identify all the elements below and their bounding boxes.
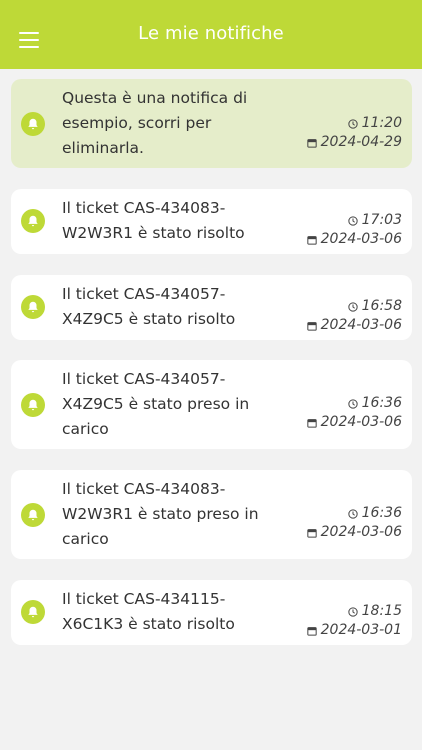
calendar-icon [306,235,317,245]
notification-card[interactable]: Il ticket CAS-434057-X4Z9C5 è stato riso… [11,275,412,340]
notification-text: Il ticket CAS-434057-X4Z9C5 è stato riso… [62,285,236,328]
notification-date: 2024-03-06 [320,524,402,540]
notification-meta: 17:03 2024-03-06 [306,211,402,249]
notification-time: 18:15 [361,603,402,619]
bell-icon [21,295,45,319]
calendar-icon [306,321,317,331]
notification-date: 2024-03-01 [320,622,402,638]
notification-card[interactable]: Questa è una notifica di esempio, scorri… [11,79,412,168]
notification-date: 2024-04-29 [320,134,402,150]
notification-meta: 16:36 2024-03-06 [306,504,402,542]
bell-icon [21,112,45,136]
clock-icon [347,508,358,519]
bell-icon [21,393,45,417]
notification-date: 2024-03-06 [320,317,402,333]
calendar-icon [306,528,317,538]
notification-date: 2024-03-06 [320,414,402,430]
notification-meta: 11:20 2024-04-29 [306,114,402,152]
notification-time: 16:58 [361,298,402,314]
app-header: Le mie notifiche [0,0,422,69]
bell-icon [21,209,45,233]
hamburger-menu-icon[interactable] [19,32,39,48]
clock-icon [347,118,358,129]
notification-time: 16:36 [361,395,402,411]
page-title: Le mie notifiche [138,23,284,44]
clock-icon [347,301,358,312]
clock-icon [347,215,358,226]
notification-card[interactable]: Il ticket CAS-434057-X4Z9C5 è stato pres… [11,360,412,449]
calendar-icon [306,626,317,636]
clock-icon [347,606,358,617]
notification-meta: 16:58 2024-03-06 [306,297,402,335]
notification-time: 17:03 [361,212,402,228]
notification-text: Il ticket CAS-434083-W2W3R1 è stato pres… [62,480,259,548]
notification-time: 16:36 [361,505,402,521]
notification-card[interactable]: Il ticket CAS-434083-W2W3R1 è stato riso… [11,189,412,254]
notification-card[interactable]: Il ticket CAS-434083-W2W3R1 è stato pres… [11,470,412,559]
notification-meta: 18:15 2024-03-01 [306,602,402,640]
calendar-icon [306,138,317,148]
notification-text: Il ticket CAS-434115-X6C1K3 è stato riso… [62,590,235,633]
bell-icon [21,600,45,624]
clock-icon [347,398,358,409]
notification-text: Il ticket CAS-434057-X4Z9C5 è stato pres… [62,370,250,438]
notification-time: 11:20 [361,115,402,131]
notification-card[interactable]: Il ticket CAS-434115-X6C1K3 è stato riso… [11,580,412,645]
notification-meta: 16:36 2024-03-06 [306,394,402,432]
calendar-icon [306,418,317,428]
notification-text: Il ticket CAS-434083-W2W3R1 è stato riso… [62,199,245,242]
bell-icon [21,503,45,527]
notification-date: 2024-03-06 [320,231,402,247]
notification-text: Questa è una notifica di esempio, scorri… [62,89,248,157]
